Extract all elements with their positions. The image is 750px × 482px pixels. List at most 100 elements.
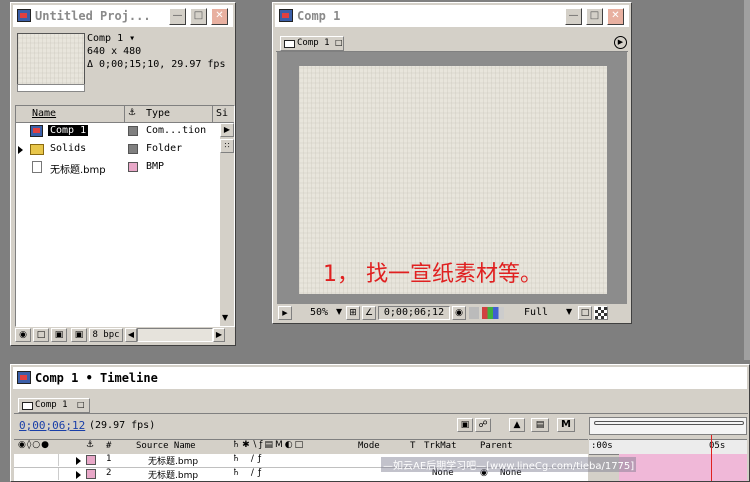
column-header-type[interactable]: Type [146,108,170,119]
composition-icon [30,125,43,137]
comp-tab-icon [284,40,295,48]
maximize-button[interactable]: □ [586,8,603,25]
scroll-grip-icon[interactable]: ∷ [220,139,234,153]
work-area-bar[interactable] [589,417,747,435]
layer-label-swatch[interactable] [86,469,96,479]
always-preview-icon[interactable]: ▶ [278,306,292,320]
project-item-type: BMP [146,161,165,172]
mode-header: Mode [358,441,380,451]
zoom-select[interactable]: 50% [310,307,328,318]
project-item-name: Solids [50,143,87,154]
tab-close-icon[interactable]: □ [77,400,85,409]
scroll-right-arrow-icon[interactable]: ▶ [213,328,225,342]
minimize-button[interactable]: — [169,8,186,25]
render-queue-icon[interactable]: ☍ [475,418,491,432]
timeline-current-time[interactable]: 0;00;06;12 [19,419,85,432]
mask-view-icon[interactable]: ∠ [362,306,376,320]
t-header: T [410,441,416,451]
current-time-indicator[interactable] [711,435,712,481]
tab-close-icon[interactable]: □ [335,38,343,47]
parent-header: Parent [480,441,513,451]
source-name-header[interactable]: Source Name [136,441,196,451]
new-folder-icon[interactable]: □ [33,328,49,342]
layer-switches-icons[interactable]: ♄ ∕ƒ [232,454,265,464]
tab-timeline-comp-1[interactable]: Comp 1 □ [18,398,90,413]
project-item-name: 无标题.bmp [50,165,106,176]
label-column-icon[interactable]: ⚓ [128,108,136,118]
expand-arrow-icon[interactable] [18,145,23,156]
comp-timecode[interactable]: 0;00;06;12 [378,306,450,320]
comp-viewer[interactable]: 1， 找一宣纸素材等。 [277,52,627,304]
comp-options-icon[interactable]: ▶ [614,36,627,49]
snapshot-icon[interactable]: ◉ [452,306,466,320]
new-comp-icon[interactable]: ▣ [51,328,67,342]
transparency-grid-icon[interactable] [594,306,608,320]
horizontal-scroll-track[interactable] [137,328,213,342]
expand-arrow-icon[interactable] [76,470,81,481]
composition-panel: Comp 1 — □ ✕ Comp 1 □ ▶ 1， 找一宣纸素材等。 ▶ 50… [272,2,632,324]
project-item-solids[interactable]: Solids Folder [16,141,220,158]
comp-window-title: Comp 1 [297,9,341,23]
comp-info-name[interactable]: Comp 1 ▾ [87,33,135,44]
thumbnail-frame-bottom [17,84,85,92]
work-area-slider[interactable] [594,421,744,425]
show-snapshot-icon[interactable] [469,307,479,319]
column-header-name[interactable]: Name [32,108,56,119]
label-header-icon: ⚓ [86,440,95,450]
scroll-right-arrow[interactable]: ▶ [220,123,234,137]
layer-video-switch[interactable] [18,468,59,480]
timeline-titlebar[interactable]: Comp 1 • Timeline [13,367,747,389]
layer-label-swatch[interactable] [86,455,96,465]
ruler-start-label: :00s [591,441,613,451]
layer-video-switch[interactable] [18,454,59,466]
minimize-button[interactable]: — [565,8,582,25]
scroll-left-arrow-icon[interactable]: ◀ [125,328,137,342]
project-bottom-toolbar: ◉ □ ▣ ▣ 8 bpc ◀ ▶ [15,327,235,343]
label-color-swatch[interactable] [128,162,138,172]
maximize-button[interactable]: □ [190,8,207,25]
resolution-dropdown-icon[interactable]: ▼ [566,307,572,316]
layer-name[interactable]: 无标题.bmp [148,454,198,467]
image-file-icon [32,161,42,173]
project-thumbnail [17,33,85,85]
comp-info-dimensions: 640 x 480 [87,46,142,57]
time-ruler[interactable]: :00s 05s [589,439,747,455]
label-color-swatch[interactable] [128,144,138,154]
project-titlebar[interactable]: Untitled Proj... — □ ✕ [13,5,233,27]
tab-comp-1[interactable]: Comp 1 □ [280,36,344,51]
layer-name[interactable]: 无标题.bmp [148,468,198,481]
column-divider [124,106,125,122]
project-item-comp[interactable]: Comp 1 Com...tion [16,123,220,140]
trash-icon[interactable]: ▣ [71,328,87,342]
timeline-column-header: ◉◊○● ⚓ # Source Name ♄✱∖ƒ▤M◐□ Mode T Trk… [14,439,588,455]
close-button[interactable]: ✕ [211,8,228,25]
channel-icon[interactable] [482,307,504,319]
comp-titlebar[interactable]: Comp 1 — □ ✕ [275,5,629,27]
bit-depth-button[interactable]: 8 bpc [89,328,123,342]
project-item-name: Comp 1 [48,125,89,136]
find-icon[interactable]: ◉ [15,328,31,342]
expand-arrow-icon[interactable] [76,456,81,467]
project-item-type: Com...tion [146,125,207,136]
label-color-swatch[interactable] [128,126,138,136]
motion-blur-icon[interactable]: M [557,418,575,432]
ae-app-icon [17,371,31,384]
close-button[interactable]: ✕ [607,8,624,25]
comp-marker-icon[interactable]: ▣ [457,418,473,432]
project-item-bmp[interactable]: 无标题.bmp BMP [16,159,220,176]
shy-layers-icon[interactable]: ▲ [509,418,525,432]
layer-duration-bar[interactable] [619,454,747,481]
layer-switches-icons[interactable]: ♄ ∕ƒ [232,468,265,478]
region-of-interest-icon[interactable]: □ [578,306,592,320]
trkmat-header: TrkMat [424,441,457,451]
zoom-dropdown-icon[interactable]: ▼ [336,307,342,316]
timeline-tab-bar: Comp 1 □ [14,397,748,414]
scroll-down-arrow-icon[interactable]: ▼ [222,313,228,322]
project-vertical-scrollbar[interactable]: ▶ ∷ ▼ [220,123,234,326]
frame-blending-icon[interactable]: ▤ [531,418,549,432]
column-header-size[interactable]: Si [216,108,228,119]
safe-zones-icon[interactable]: ⊞ [346,306,360,320]
comp-bottom-bar: ▶ 50% ▼ ⊞ ∠ 0;00;06;12 ◉ Full ▼ □ [276,305,628,321]
timeline-tab-label: Comp 1 [35,400,68,410]
resolution-select[interactable]: Full [524,307,548,318]
